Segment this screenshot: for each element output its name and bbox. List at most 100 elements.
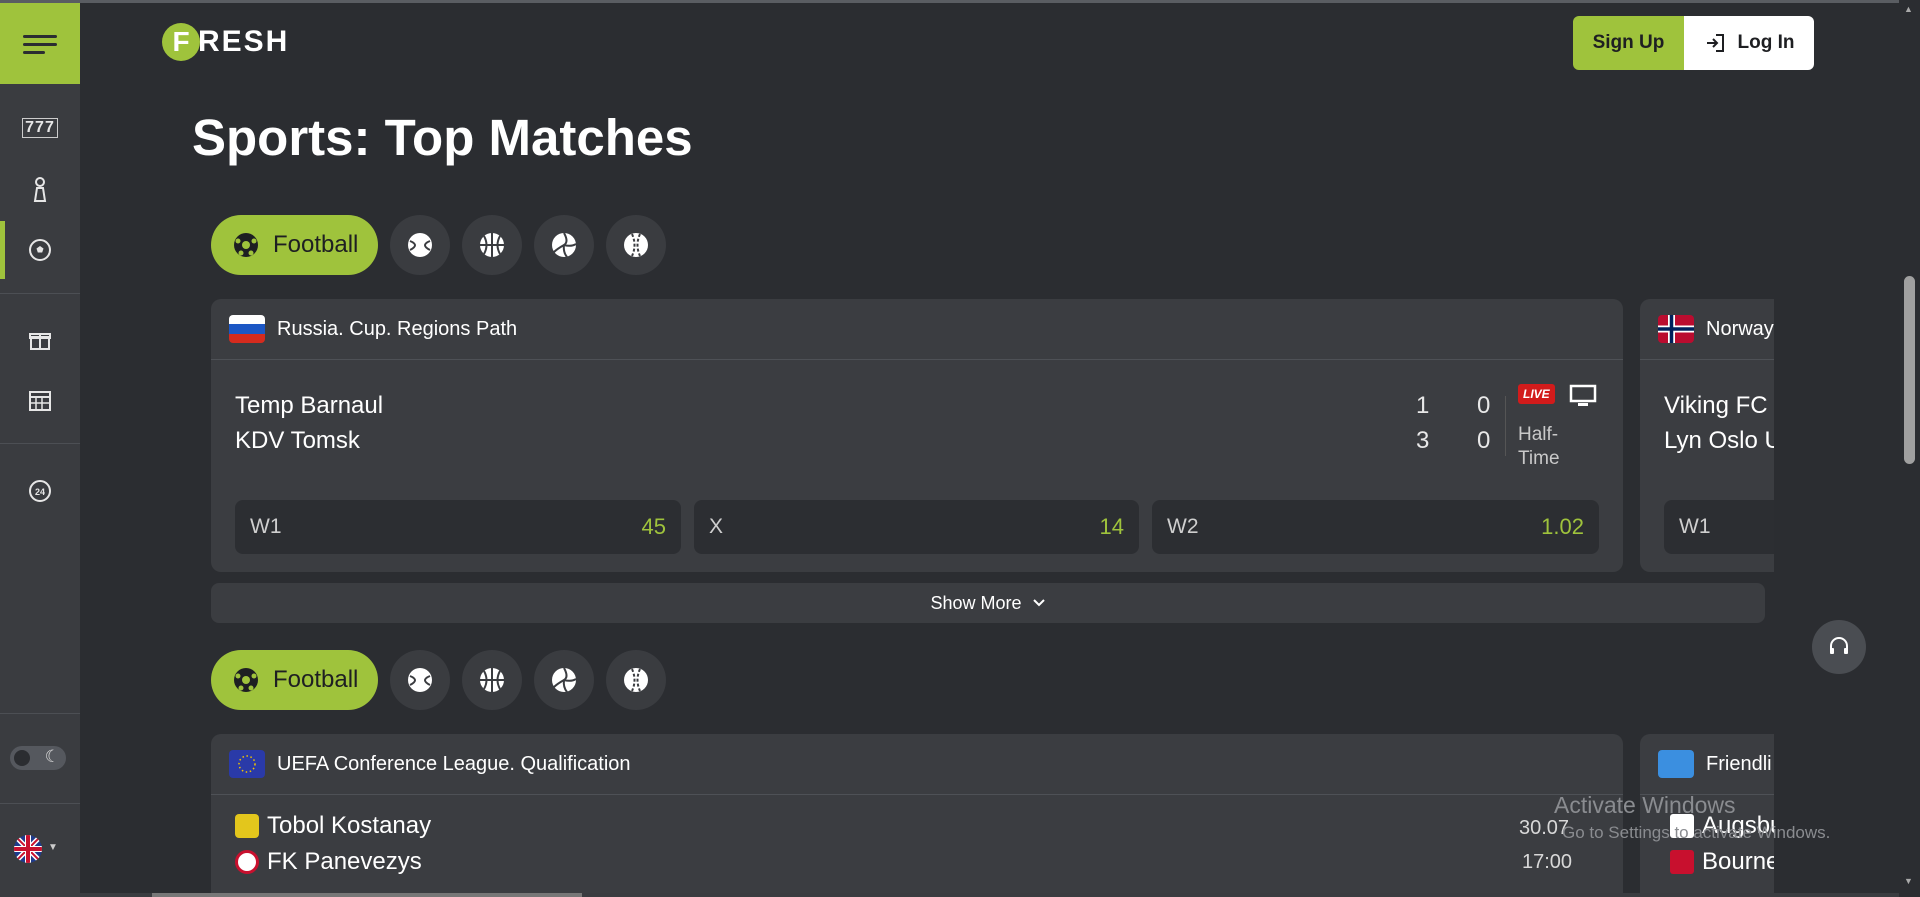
tab-football-label: Football — [273, 666, 359, 693]
live-casino-icon[interactable] — [0, 168, 80, 212]
card-header: Friendli — [1640, 734, 1774, 795]
sidebar-divider — [0, 293, 80, 294]
odd-value: 14 — [1099, 514, 1124, 539]
slots-icon-glyph: 777 — [22, 118, 58, 138]
chevron-down-icon — [1032, 599, 1045, 607]
theme-toggle[interactable]: ☾ — [10, 746, 66, 770]
headset-icon — [1830, 637, 1848, 654]
league-name: Norway — [1706, 317, 1774, 340]
russia-flag-icon — [229, 315, 265, 343]
eu-flag-icon — [229, 750, 265, 778]
soccer-ball-icon — [234, 233, 258, 257]
support-chat-button[interactable] — [1812, 620, 1866, 674]
card-header: Norway — [1640, 299, 1774, 360]
tab-basketball[interactable] — [462, 215, 523, 275]
sidebar-divider — [0, 713, 80, 714]
score-divider — [1505, 396, 1506, 456]
volleyball-icon — [552, 667, 577, 693]
sport-tabs: Football — [211, 215, 667, 275]
tab-baseball[interactable] — [606, 215, 667, 275]
svg-text:24: 24 — [35, 487, 45, 497]
tab-volleyball[interactable] — [534, 650, 595, 710]
page-title: Sports: Top Matches — [192, 109, 693, 166]
tab-tennis[interactable] — [390, 650, 451, 710]
sidebar: 777 24 ☾ ▼ — [0, 3, 80, 897]
odd-value: 45 — [641, 514, 666, 539]
sports-icon[interactable] — [0, 221, 80, 279]
team-away-row: Bourne — [1670, 848, 1774, 876]
horizontal-scrollbar[interactable] — [80, 893, 1899, 897]
odd-label: W1 — [250, 515, 282, 538]
odd-w2[interactable]: W2 1.02 — [1152, 500, 1599, 554]
card-header: Russia. Cup. Regions Path — [211, 299, 1623, 360]
league-name: Friendli — [1706, 752, 1772, 775]
sidebar-divider — [0, 803, 80, 804]
odd-label: W2 — [1167, 515, 1199, 538]
logo-mark: F — [162, 23, 200, 61]
top-edge — [0, 0, 1920, 3]
tennis-ball-icon — [408, 233, 433, 257]
log-in-button[interactable]: Log In — [1684, 16, 1814, 70]
tv-broadcast-icon[interactable] — [1569, 384, 1597, 408]
sport-tabs: Football — [211, 650, 667, 710]
tennis-ball-icon — [408, 668, 433, 692]
tab-football-label: Football — [273, 231, 359, 258]
odd-x[interactable]: X 14 — [694, 500, 1139, 554]
tab-football[interactable]: Football — [211, 650, 379, 710]
menu-button[interactable] — [0, 3, 80, 84]
live-badge: LIVE — [1518, 384, 1555, 404]
support-24-icon[interactable]: 24 — [0, 469, 80, 513]
toggle-knob — [14, 750, 30, 766]
tab-tennis[interactable] — [390, 215, 451, 275]
baseball-icon — [624, 668, 649, 692]
scroll-up-arrow-icon[interactable]: ▲ — [1904, 4, 1913, 14]
tab-volleyball[interactable] — [534, 215, 595, 275]
odd-value: 1.02 — [1541, 514, 1584, 539]
soccer-ball-icon — [29, 239, 51, 261]
basketball-icon — [480, 668, 505, 692]
tab-football[interactable]: Football — [211, 215, 379, 275]
team-home: Tobol Kostanay — [267, 812, 432, 839]
sign-up-button[interactable]: Sign Up — [1573, 16, 1684, 70]
chevron-down-icon[interactable]: ▼ — [48, 842, 58, 853]
volleyball-icon — [552, 232, 577, 258]
norway-flag-icon — [1658, 315, 1694, 343]
login-arrow-icon — [1706, 34, 1724, 52]
activate-windows-subtitle: Go to Settings to activate Windows. — [1562, 823, 1831, 842]
scroll-down-arrow-icon[interactable]: ▼ — [1904, 876, 1913, 886]
logo-text: RESH — [198, 25, 290, 58]
score-home-1: 1 — [1416, 392, 1430, 419]
league-name: UEFA Conference League. Qualification — [277, 752, 631, 775]
team-home-row: Tobol Kostanay — [235, 812, 431, 840]
basketball-icon — [480, 233, 505, 257]
match-card-next[interactable]: Norway Viking FC U Lyn Oslo U W1 — [1640, 299, 1774, 572]
odd-w1[interactable]: W1 — [1664, 500, 1774, 554]
slots-icon[interactable]: 777 — [0, 106, 80, 150]
team-logo-icon — [235, 814, 259, 838]
baseball-icon — [624, 233, 649, 257]
promotions-icon[interactable] — [0, 318, 80, 362]
odd-label: W1 — [1679, 515, 1711, 538]
show-more-button[interactable]: Show More — [211, 583, 1765, 623]
horizontal-scrollbar-thumb[interactable] — [152, 893, 582, 897]
world-map-icon — [1658, 750, 1694, 778]
team-away: Lyn Oslo U — [1664, 427, 1774, 454]
odd-label: X — [709, 515, 724, 538]
uk-flag-icon[interactable] — [14, 835, 42, 863]
odd-w1[interactable]: W1 45 — [235, 500, 681, 554]
scrollbar-thumb[interactable] — [1904, 276, 1915, 464]
activate-windows-title: Activate Windows — [1554, 792, 1736, 818]
team-home: Viking FC U — [1664, 392, 1774, 419]
logo[interactable]: F RESH — [162, 23, 289, 61]
score-away-1: 3 — [1416, 427, 1430, 454]
team-away: Bourne — [1702, 848, 1774, 875]
team-away-row: FK Panevezys — [235, 848, 422, 876]
tab-basketball[interactable] — [462, 650, 523, 710]
auth-buttons: Sign Up Log In — [1573, 16, 1814, 70]
team-logo-icon — [235, 850, 259, 874]
tab-baseball[interactable] — [606, 650, 667, 710]
calendar-icon[interactable] — [0, 378, 80, 422]
vertical-scrollbar[interactable]: ▲ ▼ — [1899, 0, 1920, 897]
show-more-label: Show More — [930, 592, 1022, 613]
card-header: UEFA Conference League. Qualification — [211, 734, 1623, 795]
